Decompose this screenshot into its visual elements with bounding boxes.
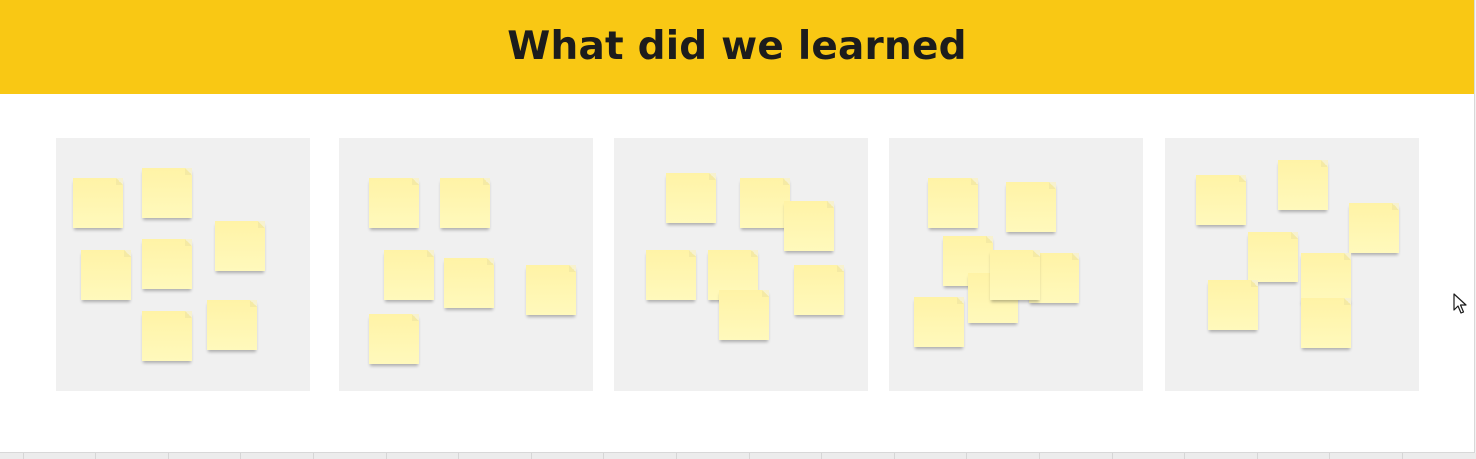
sticky-note[interactable] xyxy=(719,290,769,340)
sticky-note[interactable] xyxy=(990,250,1040,300)
sticky-note[interactable] xyxy=(384,250,434,300)
ruler-tick xyxy=(894,453,895,459)
ruler-tick xyxy=(240,453,241,459)
frame-5[interactable] xyxy=(1165,138,1419,391)
ruler-tick xyxy=(1184,453,1185,459)
sticky-note[interactable] xyxy=(666,173,716,223)
ruler-tick xyxy=(168,453,169,459)
sticky-note[interactable] xyxy=(215,221,265,271)
ruler-tick xyxy=(458,453,459,459)
ruler-tick xyxy=(313,453,314,459)
frame-1[interactable] xyxy=(56,138,310,391)
ruler-tick xyxy=(749,453,750,459)
sticky-note[interactable] xyxy=(1349,203,1399,253)
ruler-tick xyxy=(603,453,604,459)
sticky-note[interactable] xyxy=(1301,253,1351,303)
ruler-tick xyxy=(95,453,96,459)
sticky-note[interactable] xyxy=(444,258,494,308)
header-banner[interactable]: What did we learned xyxy=(0,0,1474,94)
ruler-tick xyxy=(1257,453,1258,459)
sticky-note[interactable] xyxy=(1301,298,1351,348)
ruler-tick xyxy=(1112,453,1113,459)
ruler-tick xyxy=(821,453,822,459)
mouse-pointer-icon xyxy=(1453,293,1467,314)
sticky-note[interactable] xyxy=(1278,160,1328,210)
sticky-note[interactable] xyxy=(440,178,490,228)
sticky-note[interactable] xyxy=(914,297,964,347)
sticky-note[interactable] xyxy=(794,265,844,315)
page-title: What did we learned xyxy=(507,23,967,69)
sticky-note[interactable] xyxy=(142,239,192,289)
sticky-note[interactable] xyxy=(784,201,834,251)
ruler-tick xyxy=(531,453,532,459)
ruler-tick xyxy=(676,453,677,459)
frame-4[interactable] xyxy=(889,138,1143,391)
ruler-tick xyxy=(1039,453,1040,459)
canvas-ruler xyxy=(0,453,1476,459)
sticky-note[interactable] xyxy=(369,178,419,228)
sticky-note[interactable] xyxy=(1208,280,1258,330)
sticky-note[interactable] xyxy=(928,178,978,228)
board-canvas[interactable]: What did we learned xyxy=(0,0,1475,453)
sticky-note[interactable] xyxy=(207,300,257,350)
ruler-tick xyxy=(1402,453,1403,459)
ruler-tick xyxy=(23,453,24,459)
sticky-note[interactable] xyxy=(142,311,192,361)
sticky-note[interactable] xyxy=(740,178,790,228)
sticky-note[interactable] xyxy=(1248,232,1298,282)
ruler-tick xyxy=(1329,453,1330,459)
frame-3[interactable] xyxy=(614,138,868,391)
sticky-note[interactable] xyxy=(646,250,696,300)
ruler-tick xyxy=(966,453,967,459)
sticky-note[interactable] xyxy=(73,178,123,228)
sticky-note[interactable] xyxy=(1196,175,1246,225)
sticky-note[interactable] xyxy=(1006,182,1056,232)
sticky-note[interactable] xyxy=(369,314,419,364)
sticky-note[interactable] xyxy=(81,250,131,300)
sticky-note[interactable] xyxy=(526,265,576,315)
ruler-tick xyxy=(386,453,387,459)
sticky-note[interactable] xyxy=(142,168,192,218)
frame-2[interactable] xyxy=(339,138,593,391)
